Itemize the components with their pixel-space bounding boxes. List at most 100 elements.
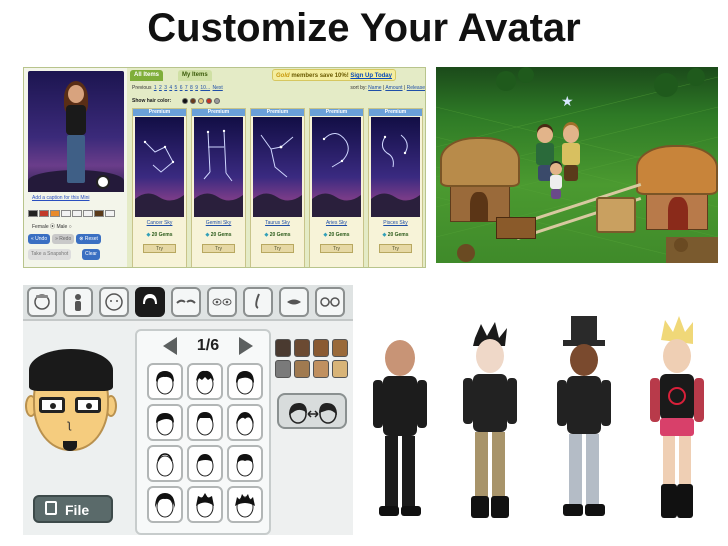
swatch[interactable] bbox=[72, 210, 82, 217]
pagination: Previous 1 2 3 4 5 6 7 8 9 10... Next bbox=[132, 85, 223, 91]
flip-hair-button[interactable] bbox=[277, 393, 347, 429]
hair-style-option[interactable] bbox=[227, 445, 263, 482]
clear-button[interactable]: Clear bbox=[82, 249, 100, 260]
try-button[interactable]: Try bbox=[143, 244, 176, 253]
mii-glasses bbox=[39, 397, 103, 415]
hair-tab[interactable] bbox=[135, 287, 165, 317]
page-link[interactable]: 10... bbox=[200, 85, 210, 91]
catalog-item[interactable]: Premium Pisces Sky ◆ 20 Gems Try bbox=[368, 108, 423, 267]
hair-color-chip[interactable] bbox=[294, 360, 310, 378]
swatch[interactable] bbox=[28, 210, 38, 217]
constellation-image bbox=[194, 117, 243, 217]
eyebrows-tab[interactable] bbox=[171, 287, 201, 317]
swatch[interactable] bbox=[105, 210, 115, 217]
hair-color-chip[interactable] bbox=[332, 360, 348, 378]
profile-tab[interactable] bbox=[27, 287, 57, 317]
page-link[interactable]: 9 bbox=[195, 85, 198, 91]
hair-color-chip[interactable] bbox=[294, 339, 310, 357]
catalog-item[interactable]: Premium Gemini Sky ◆ 20 Gems Try bbox=[191, 108, 246, 267]
page-link[interactable]: 3 bbox=[164, 85, 167, 91]
page-link[interactable]: 5 bbox=[175, 85, 178, 91]
catalog-items: Premium Cancer Sky ◆ 20 Gems Try Premium… bbox=[132, 108, 425, 267]
undo-button[interactable]: « Undo bbox=[28, 234, 51, 244]
page-link[interactable]: 7 bbox=[185, 85, 188, 91]
hair-style-option[interactable] bbox=[187, 445, 223, 482]
try-button[interactable]: Try bbox=[202, 244, 235, 253]
slide-title: Customize Your Avatar bbox=[147, 6, 581, 50]
sort-amount-link[interactable]: Amount bbox=[385, 85, 402, 91]
catalog-item[interactable]: Premium Cancer Sky ◆ 20 Gems Try bbox=[132, 108, 187, 267]
file-button[interactable]: File bbox=[33, 495, 113, 523]
sort-release-link[interactable]: Release bbox=[407, 85, 425, 91]
catalog-item[interactable]: Premium Aries Sky ◆ 20 Gems Try bbox=[309, 108, 364, 267]
hair-color-dot[interactable] bbox=[214, 98, 220, 104]
next-link[interactable]: Next bbox=[213, 85, 223, 91]
prev-page-arrow-icon[interactable] bbox=[163, 337, 177, 355]
swatch[interactable] bbox=[61, 210, 71, 217]
sort-name-link[interactable]: Name bbox=[368, 85, 381, 91]
hair-style-option[interactable] bbox=[147, 363, 183, 400]
face-tab[interactable] bbox=[99, 287, 129, 317]
catalog-item[interactable]: Premium Taurus Sky ◆ 20 Gems Try bbox=[250, 108, 305, 267]
hair-style-option[interactable] bbox=[227, 486, 263, 523]
hair-color-chip[interactable] bbox=[275, 360, 291, 378]
caption-link[interactable]: Add a caption for this Mini bbox=[32, 195, 90, 201]
swatch[interactable] bbox=[39, 210, 49, 217]
signup-link[interactable]: Sign Up Today bbox=[350, 73, 392, 79]
page-link[interactable]: 4 bbox=[169, 85, 172, 91]
page-link[interactable]: 6 bbox=[180, 85, 183, 91]
item-name[interactable]: Cancer Sky bbox=[133, 220, 186, 226]
nose-tab[interactable] bbox=[243, 287, 273, 317]
hair-style-option[interactable] bbox=[187, 486, 223, 523]
tab-all-items[interactable]: All Items bbox=[130, 70, 164, 81]
swatch[interactable] bbox=[94, 210, 104, 217]
page-indicator: 1/6 bbox=[196, 337, 220, 354]
hair-color-chip[interactable] bbox=[313, 360, 329, 378]
hair-color-chip[interactable] bbox=[313, 339, 329, 357]
avatar-figure bbox=[650, 316, 704, 518]
reset-button[interactable]: ⊗ Reset bbox=[76, 234, 101, 244]
hair-style-option[interactable] bbox=[147, 486, 183, 523]
hair-color-chip[interactable] bbox=[275, 339, 291, 357]
eyes-tab[interactable] bbox=[207, 287, 237, 317]
page-link[interactable]: 1 bbox=[154, 85, 157, 91]
farm-game-screenshot: ★ bbox=[436, 67, 718, 263]
page-link[interactable]: 8 bbox=[190, 85, 193, 91]
hair-color-dot[interactable] bbox=[190, 98, 196, 104]
snapshot-button[interactable]: Take a Snapshot bbox=[28, 249, 72, 260]
constellation-image bbox=[135, 117, 184, 217]
next-page-arrow-icon[interactable] bbox=[239, 337, 253, 355]
xbox-avatars-image bbox=[355, 300, 725, 540]
hair-style-option[interactable] bbox=[147, 404, 183, 441]
glasses-tab[interactable] bbox=[315, 287, 345, 317]
try-button[interactable]: Try bbox=[320, 244, 353, 253]
hair-style-option[interactable] bbox=[147, 445, 183, 482]
item-name[interactable]: Pisces Sky bbox=[369, 220, 422, 226]
hair-color-chip[interactable] bbox=[332, 339, 348, 357]
try-button[interactable]: Try bbox=[379, 244, 412, 253]
item-name[interactable]: Taurus Sky bbox=[251, 220, 304, 226]
hair-style-option[interactable] bbox=[187, 363, 223, 400]
swatch[interactable] bbox=[50, 210, 60, 217]
gold-logo: Gold bbox=[276, 73, 290, 79]
swatch[interactable] bbox=[83, 210, 93, 217]
mouth-tab[interactable] bbox=[279, 287, 309, 317]
page-link[interactable]: 2 bbox=[159, 85, 162, 91]
hair-color-dot[interactable] bbox=[198, 98, 204, 104]
body-tab[interactable] bbox=[63, 287, 93, 317]
hair-color-dot[interactable] bbox=[182, 98, 188, 104]
mii-category-bar bbox=[23, 285, 353, 321]
redo-button[interactable]: » Redo bbox=[52, 234, 75, 244]
item-name[interactable]: Aries Sky bbox=[310, 220, 363, 226]
gender-radio[interactable]: Female ⦿ Male ○ bbox=[32, 223, 72, 230]
previous-link[interactable]: Previous bbox=[132, 85, 151, 91]
hut-right bbox=[636, 145, 718, 235]
try-button[interactable]: Try bbox=[261, 244, 294, 253]
hair-style-option[interactable] bbox=[227, 404, 263, 441]
hair-style-option[interactable] bbox=[187, 404, 223, 441]
item-name[interactable]: Gemini Sky bbox=[192, 220, 245, 226]
hair-color-dot[interactable] bbox=[206, 98, 212, 104]
hair-style-option[interactable] bbox=[227, 363, 263, 400]
tab-my-items[interactable]: My Items bbox=[178, 70, 212, 81]
eyes-icon bbox=[212, 298, 232, 306]
